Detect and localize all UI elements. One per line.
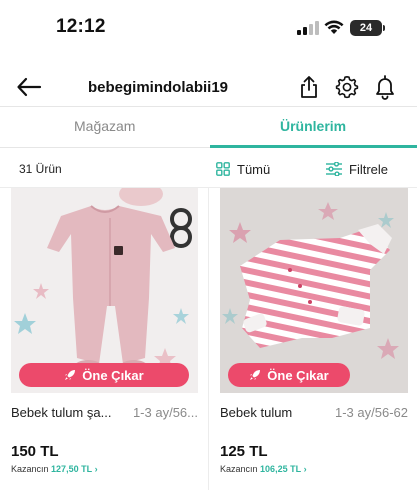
earning-value[interactable]: 106,25 TL [260,464,301,474]
product-title: Bebek tulum şa... [11,405,112,420]
store-username: bebegimindolabii19 [88,79,229,96]
promote-label: Öne Çıkar [82,367,144,383]
all-categories-label: Tümü [237,161,271,177]
cellular-signal-icon [297,21,319,35]
tab-store[interactable]: Mağazam [74,118,135,134]
product-title: Bebek tulum [220,405,293,420]
promote-label: Öne Çıkar [267,367,329,383]
product-card[interactable]: Öne Çıkar Bebek tulum 1-3 ay/56-62 125 T… [220,188,408,490]
product-size: 1-3 ay/56... [132,405,198,420]
filter-sliders-icon [326,162,342,176]
battery-tip [383,25,385,31]
grid-icon [216,162,230,176]
chevron-right-icon: › [94,464,98,474]
notification-bell-icon[interactable] [373,74,397,100]
header-divider [0,106,417,107]
product-price: 125 TL [220,443,268,460]
share-icon[interactable] [298,75,320,99]
status-time: 12:12 [56,16,106,37]
product-size: 1-3 ay/56-62 [335,405,408,420]
chevron-right-icon: › [303,464,307,474]
battery-indicator: 24 [350,20,382,36]
back-arrow-icon[interactable] [16,76,42,98]
grid-column-divider [208,188,209,490]
earning-value[interactable]: 127,50 TL [51,464,92,474]
filter-label: Filtrele [349,161,389,177]
earning-label: Kazancın [220,464,258,474]
rocket-icon [65,370,76,380]
earning-row[interactable]: Kazancın 106,25 TL › [220,464,307,474]
status-bar: 12:12 24 [0,0,417,58]
product-price: 150 TL [11,443,59,460]
product-count: 31 Ürün [19,162,62,176]
promote-button[interactable]: Öne Çıkar [19,363,189,387]
earning-label: Kazancın [11,464,49,474]
earning-row[interactable]: Kazancın 127,50 TL › [11,464,98,474]
product-card[interactable]: Öne Çıkar Bebek tulum şa... 1-3 ay/56...… [11,188,198,490]
gear-icon[interactable] [335,75,359,99]
active-tab-indicator [210,145,417,148]
wifi-icon [324,20,344,34]
all-categories-button[interactable]: Tümü [216,158,270,180]
app-header: bebegimindolabii19 [0,68,417,108]
rocket-icon [250,370,261,380]
filter-button[interactable]: Filtrele [326,158,388,180]
promote-button[interactable]: Öne Çıkar [228,363,350,387]
tab-products[interactable]: Ürünlerim [280,118,346,134]
